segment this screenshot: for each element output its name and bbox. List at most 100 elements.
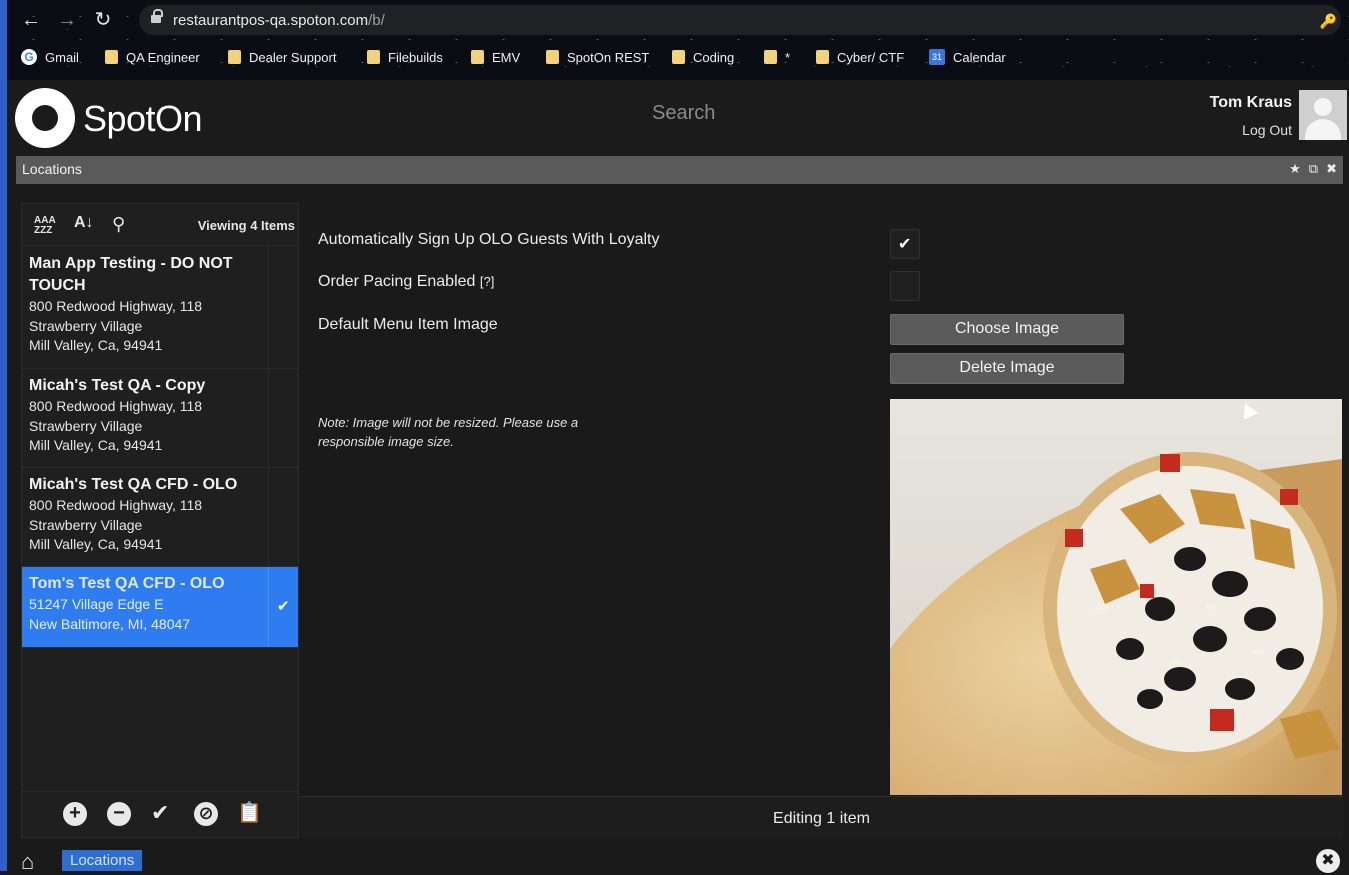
browser-chrome: ← → ↻ restaurantpos-qa.spoton.com/b/ 🔑 G… bbox=[7, 0, 1349, 80]
auto-signup-checkbox[interactable]: ✔ bbox=[890, 229, 920, 259]
bottom-tab-bar: ⌂ Locations ✖ bbox=[7, 845, 1349, 874]
disable-icon[interactable]: ⊘ bbox=[194, 802, 218, 826]
home-icon[interactable]: ⌂ bbox=[21, 849, 34, 875]
address-row: ← → ↻ restaurantpos-qa.spoton.com/b/ 🔑 bbox=[7, 0, 1349, 40]
location-title: Micah's Test QA - Copy bbox=[29, 377, 206, 394]
list-item-selected[interactable]: Tom's Test QA CFD - OLO 51247 Village Ed… bbox=[22, 567, 298, 648]
copy-icon[interactable]: 📋 bbox=[237, 800, 262, 825]
forward-arrow-icon[interactable]: → bbox=[55, 8, 79, 32]
bookmark-calendar[interactable]: 31 Calendar bbox=[929, 48, 1006, 66]
menu-item-image bbox=[890, 399, 1342, 795]
url-host: restaurantpos-qa.spoton.com bbox=[173, 12, 369, 29]
close-icon[interactable]: ✖ bbox=[1316, 849, 1340, 873]
help-hint[interactable]: [?] bbox=[480, 274, 494, 289]
location-address: 51247 Village Edge E bbox=[29, 596, 164, 612]
location-address: 800 Redwood Highway, 118 bbox=[29, 497, 203, 513]
calendar-icon: 31 bbox=[929, 49, 945, 65]
search-input[interactable]: Search bbox=[652, 102, 715, 125]
location-address: 800 Redwood Highway, 118 bbox=[29, 298, 203, 314]
sort-az-icon[interactable]: A↓ bbox=[74, 214, 94, 232]
address-bar[interactable]: restaurantpos-qa.spoton.com/b/ 🔑 bbox=[139, 5, 1341, 35]
folder-icon bbox=[471, 50, 484, 64]
location-address: Mill Valley, Ca, 94941 bbox=[29, 437, 163, 453]
window-edge bbox=[0, 0, 7, 871]
bookmark-dealer-support[interactable]: Dealer Support bbox=[228, 48, 336, 66]
order-pacing-checkbox[interactable] bbox=[890, 271, 920, 301]
bookmark-spoton-rest[interactable]: SpotOn REST bbox=[546, 48, 649, 66]
check-icon: ✔ bbox=[277, 598, 290, 615]
select-column[interactable] bbox=[268, 369, 298, 467]
list-toolbar: AAA ZZZ A↓ ⚲ Viewing 4 Items bbox=[22, 204, 298, 246]
folder-icon bbox=[816, 50, 829, 64]
url-text: restaurantpos-qa.spoton.com/b/ bbox=[173, 12, 385, 29]
close-panel-icon[interactable]: ✖ bbox=[1326, 161, 1337, 177]
panel-titlebar: Locations ★ ⧉ ✖ bbox=[16, 156, 1343, 184]
select-column[interactable] bbox=[268, 468, 298, 566]
status-bar: Editing 1 item bbox=[300, 796, 1343, 838]
default-image-label: Default Menu Item Image bbox=[318, 316, 498, 333]
bookmark-label: Dealer Support bbox=[249, 49, 337, 65]
check-icon: ✔ bbox=[898, 236, 912, 253]
bookmark-star[interactable]: * bbox=[764, 48, 790, 66]
editing-status: Editing 1 item bbox=[773, 810, 870, 827]
bookmark-filebuilds[interactable]: Filebuilds bbox=[367, 48, 443, 66]
bookmark-label: EMV bbox=[492, 49, 521, 65]
bookmark-label: QA Engineer bbox=[126, 49, 200, 65]
bookmark-gmail[interactable]: G Gmail bbox=[21, 48, 79, 66]
remove-icon[interactable]: − bbox=[107, 802, 131, 826]
order-pacing-label: Order Pacing Enabled [?] bbox=[318, 273, 494, 291]
folder-icon bbox=[672, 50, 685, 64]
viewing-count: Viewing 4 Items bbox=[197, 218, 295, 233]
delete-image-button[interactable]: Delete Image bbox=[890, 353, 1124, 384]
back-arrow-icon[interactable]: ← bbox=[19, 8, 43, 32]
location-title: Micah's Test QA CFD - OLO bbox=[29, 476, 238, 493]
panel-title: Locations bbox=[22, 161, 82, 177]
location-address: Strawberry Village bbox=[29, 417, 143, 434]
list-item[interactable]: Man App Testing - DO NOT TOUCH 800 Redwo… bbox=[22, 247, 298, 369]
logout-link[interactable]: Log Out bbox=[1242, 122, 1292, 138]
burrito-image bbox=[890, 452, 1342, 795]
star-icon[interactable]: ★ bbox=[1289, 161, 1301, 177]
bookmark-emv[interactable]: EMV bbox=[471, 48, 520, 66]
select-column[interactable]: ✔ bbox=[268, 567, 298, 647]
google-icon: G bbox=[21, 49, 37, 65]
avatar[interactable] bbox=[1299, 90, 1347, 140]
checkmark-icon[interactable]: ✔ bbox=[151, 800, 169, 826]
bookmark-label: Filebuilds bbox=[388, 49, 443, 65]
lock-icon bbox=[151, 9, 163, 25]
folder-icon bbox=[764, 50, 777, 64]
tab-locations[interactable]: Locations bbox=[62, 850, 143, 871]
bookmark-coding[interactable]: Coding bbox=[672, 48, 734, 66]
bookmark-qa-engineer[interactable]: QA Engineer bbox=[105, 48, 200, 66]
bookmark-label: Coding bbox=[693, 49, 735, 65]
key-icon[interactable]: 🔑 bbox=[1320, 13, 1337, 30]
order-pacing-text: Order Pacing Enabled bbox=[318, 273, 476, 290]
bookmark-label: Cyber/ CTF bbox=[837, 49, 905, 65]
logo-text: SpotOn bbox=[83, 98, 203, 139]
folder-icon bbox=[367, 50, 380, 64]
location-detail-form: Automatically Sign Up OLO Guests With Lo… bbox=[300, 203, 1343, 795]
reload-icon[interactable]: ↻ bbox=[91, 8, 115, 32]
search-icon[interactable]: ⚲ bbox=[112, 214, 125, 235]
list-item[interactable]: Micah's Test QA CFD - OLO 800 Redwood Hi… bbox=[22, 468, 298, 567]
restore-window-icon[interactable]: ⧉ bbox=[1309, 161, 1318, 177]
titlebar-actions: ★ ⧉ ✖ bbox=[1289, 161, 1337, 177]
add-icon[interactable]: + bbox=[63, 802, 87, 826]
location-address: New Baltimore, MI, 48047 bbox=[29, 615, 191, 632]
location-address: Strawberry Village bbox=[29, 317, 143, 334]
location-address: Strawberry Village bbox=[29, 516, 143, 533]
user-name: Tom Kraus bbox=[1209, 94, 1292, 111]
bookmark-label: * bbox=[785, 49, 791, 65]
folder-icon bbox=[228, 50, 241, 64]
select-column[interactable] bbox=[268, 247, 298, 368]
list-item[interactable]: Micah's Test QA - Copy 800 Redwood Highw… bbox=[22, 369, 298, 468]
location-address: Mill Valley, Ca, 94941 bbox=[29, 536, 163, 552]
bookmark-cyber-ctf[interactable]: Cyber/ CTF bbox=[816, 48, 904, 66]
location-title: Man App Testing - DO NOT TOUCH bbox=[29, 255, 233, 294]
location-address: 800 Redwood Highway, 118 bbox=[29, 398, 203, 414]
location-address: Mill Valley, Ca, 94941 bbox=[29, 337, 163, 353]
app-header: SpotOn Search Tom Kraus Log Out bbox=[7, 80, 1349, 156]
location-title: Tom's Test QA CFD - OLO bbox=[29, 575, 225, 592]
sort-alpha-icon[interactable]: AAA ZZZ bbox=[34, 216, 56, 236]
choose-image-button[interactable]: Choose Image bbox=[890, 314, 1124, 345]
